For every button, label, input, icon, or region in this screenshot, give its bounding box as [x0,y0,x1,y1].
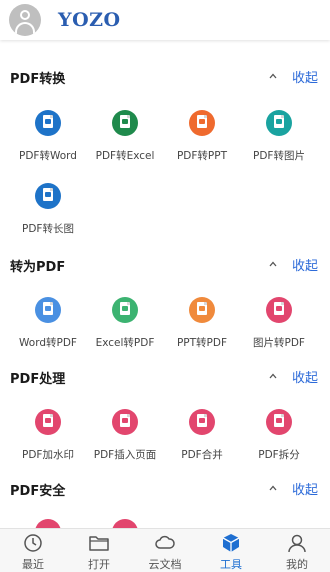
chevron-up-icon[interactable] [269,72,277,80]
tool-label: PPT转PDF [176,337,228,349]
tab-cloud-docs[interactable]: 云文档 [132,529,198,572]
tool-security-partial-1[interactable] [7,519,89,528]
section-title: PDF处理 [10,372,66,387]
section-header-pdf-process: PDF处理 收起 [0,362,330,392]
chevron-up-icon[interactable] [269,372,277,380]
tool-word-to-pdf[interactable]: Word转PDF [7,297,89,363]
ppt-to-pdf-icon [189,297,215,323]
pdf-insert-page-icon [112,409,138,435]
pdf-to-word-icon [35,110,61,136]
avatar[interactable] [9,4,41,36]
section-header-to-pdf: 转为PDF 收起 [0,250,330,280]
tool-pdf-to-excel[interactable]: PDF转Excel [84,110,166,176]
excel-to-pdf-icon [112,297,138,323]
tab-label: 云文档 [148,558,182,571]
tool-label: PDF拆分 [258,449,300,461]
tab-label: 我的 [286,558,308,571]
tool-label: PDF转长图 [22,223,74,235]
tool-excel-to-pdf[interactable]: Excel转PDF [84,297,166,363]
tab-label: 打开 [88,558,110,571]
pdf-to-ppt-icon [189,110,215,136]
chevron-up-icon[interactable] [269,260,277,268]
clock-icon [24,534,42,552]
tab-open[interactable]: 打开 [66,529,132,572]
user-icon [288,534,306,553]
tools-content: PDF转换 收起 PDF转Word PDF转Excel PDF转PPT PDF转… [0,40,330,528]
tool-pdf-insert-page[interactable]: PDF插入页面 [84,409,166,475]
tab-label: 最近 [22,558,44,571]
tool-label: PDF转PPT [176,150,228,162]
tool-ppt-to-pdf[interactable]: PPT转PDF [161,297,243,363]
tool-label: Excel转PDF [95,337,155,349]
pdf-security-icon [35,519,61,528]
tool-label: Word转PDF [19,337,77,349]
tool-label: PDF转图片 [253,150,305,162]
pdf-to-long-image-icon [35,183,61,209]
pdf-watermark-icon [35,409,61,435]
tools-cube-icon [222,534,240,552]
chevron-up-icon[interactable] [269,484,277,492]
folder-icon [89,536,109,551]
pdf-to-excel-icon [112,110,138,136]
collapse-button[interactable]: 收起 [292,255,318,274]
section-title: PDF安全 [10,484,66,499]
collapse-button[interactable]: 收起 [292,67,318,86]
pdf-security-icon [112,519,138,528]
cloud-icon [155,535,175,549]
pdf-split-icon [266,409,292,435]
tool-pdf-to-ppt[interactable]: PDF转PPT [161,110,243,176]
tab-label: 工具 [220,558,242,571]
pdf-merge-icon [189,409,215,435]
tool-pdf-split[interactable]: PDF拆分 [238,409,320,475]
section-header-pdf-convert: PDF转换 收起 [0,62,330,92]
section-title: PDF转换 [10,72,66,87]
image-to-pdf-icon [266,297,292,323]
collapse-button[interactable]: 收起 [292,367,318,386]
section-title: 转为PDF [10,260,66,275]
avatar-head [20,10,30,20]
tool-label: PDF转Excel [95,150,155,162]
tool-label: 图片转PDF [253,337,305,349]
tab-recent[interactable]: 最近 [0,529,66,572]
app-header: YOZO [0,0,330,40]
tool-security-partial-2[interactable] [84,519,166,528]
tool-pdf-to-image[interactable]: PDF转图片 [238,110,320,176]
tool-label: PDF转Word [19,150,77,162]
bottom-tab-bar: 最近 打开 云文档 工具 我的 [0,528,330,572]
tab-tools[interactable]: 工具 [198,529,264,572]
tool-pdf-watermark[interactable]: PDF加水印 [7,409,89,475]
collapse-button[interactable]: 收起 [292,479,318,498]
tool-pdf-merge[interactable]: PDF合并 [161,409,243,475]
tab-mine[interactable]: 我的 [264,529,330,572]
brand-logo: YOZO [58,9,121,31]
tool-label: PDF加水印 [22,449,74,461]
tool-image-to-pdf[interactable]: 图片转PDF [238,297,320,363]
tool-pdf-to-word[interactable]: PDF转Word [7,110,89,176]
avatar-body [15,22,35,36]
section-header-pdf-security: PDF安全 收起 [0,474,330,504]
tool-pdf-to-long-image[interactable]: PDF转长图 [7,183,89,249]
word-to-pdf-icon [35,297,61,323]
tool-label: PDF合并 [181,449,223,461]
pdf-to-image-icon [266,110,292,136]
tool-label: PDF插入页面 [93,449,157,461]
